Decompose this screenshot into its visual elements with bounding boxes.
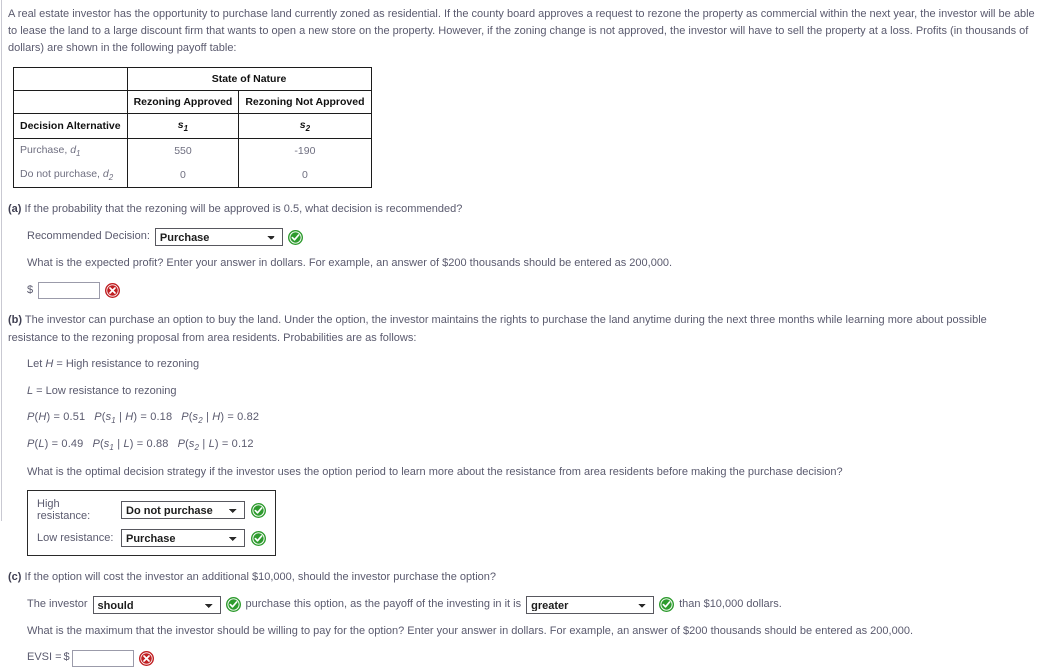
part-c-sentence-start: The investor <box>27 597 88 610</box>
evsi-input[interactable] <box>71 649 134 667</box>
table-cell-empty-2 <box>13 90 128 115</box>
part-b-prob-line-l: P(L) = 0.49 P(s1 | L) = 0.88 P(s2 | L) = 0… <box>27 437 254 452</box>
part-b-label: (b) <box>8 314 23 327</box>
p-h-value: 0.51 <box>63 410 86 423</box>
part-c-evsi-row: EVSI = $ <box>27 649 1035 667</box>
part-b-strategy-question: What is the optimal decision strategy if… <box>27 465 843 478</box>
part-c-sentence-end: than $10,000 dollars. <box>679 597 782 610</box>
evsi-dollar-sign: $ <box>63 651 70 664</box>
table-cell-d2-s2: 0 <box>238 163 372 189</box>
part-c-evsi-question: What is the maximum that the investor sh… <box>27 624 914 637</box>
part-c-label: (c) <box>8 571 22 584</box>
low-resistance-row: Low resistance: PurchaseDo not purchase <box>37 529 266 548</box>
table-cell-d1-s1: 550 <box>126 138 240 164</box>
table-row: Do not purchase, d2 0 0 <box>13 163 372 189</box>
low-resistance-label: Low resistance: <box>37 532 114 545</box>
p-l-value: 0.49 <box>61 437 84 450</box>
part-a-profit-question: What is the expected profit? Enter your … <box>27 257 673 270</box>
table-header-state-of-nature: State of Nature <box>126 67 372 92</box>
recommended-decision-label: Recommended Decision: <box>27 230 150 243</box>
part-a-question-line: (a) If the probability that the rezoning… <box>8 201 1035 219</box>
high-resistance-row: High resistance: PurchaseDo not purchase <box>37 498 266 522</box>
part-c-sentence-middle: purchase this option, as the payoff of t… <box>245 597 522 610</box>
dollar-sign-label: $ <box>27 283 34 296</box>
p-s1-l-value: 0.88 <box>146 437 169 450</box>
part-c-question-line: (c) If the option will cost the investor… <box>8 569 1035 587</box>
part-b-let-h: Let H = High resistance to rezoning <box>27 358 200 371</box>
correct-check-icon <box>225 597 241 613</box>
part-b: (b) The investor can purchase an option … <box>8 312 1035 557</box>
payoff-table: State of Nature Rezoning Approved Rezoni… <box>13 67 372 189</box>
part-a: (a) If the probability that the rezoning… <box>8 201 1035 299</box>
table-header-s1: s1 <box>126 113 240 140</box>
table-cell-label-d2: Do not purchase, d2 <box>13 163 128 189</box>
table-header-rezoning-approved: Rezoning Approved <box>126 90 240 115</box>
page-content: A real estate investor has the opportuni… <box>0 0 1043 667</box>
part-c: (c) If the option will cost the investor… <box>8 569 1035 667</box>
should-select[interactable]: shouldshould not <box>92 595 221 614</box>
correct-check-icon <box>659 597 675 613</box>
table-cell-empty <box>13 67 128 92</box>
table-header-decision-alternative: Decision Alternative <box>13 113 128 140</box>
part-c-sentence-row: The investor shouldshould not purchase t… <box>27 595 1035 614</box>
table-row-column-headers: Rezoning Approved Rezoning Not Approved <box>13 90 372 115</box>
part-a-question: If the probability that the rezoning wil… <box>24 203 463 216</box>
table-header-rezoning-not-approved: Rezoning Not Approved <box>238 90 372 115</box>
table-row: Purchase, d1 550 -190 <box>13 138 372 164</box>
part-b-intro-line: (b) The investor can purchase an option … <box>8 312 1035 347</box>
correct-check-icon <box>287 229 303 245</box>
part-b-prob-line-h: P(H) = 0.51 P(s1 | H) = 0.18 P(s2 | H) = 0… <box>27 410 260 425</box>
p-s2-l-value: 0.12 <box>231 437 254 450</box>
high-resistance-label: High resistance: <box>37 498 91 523</box>
p-s1-h-value: 0.18 <box>150 410 173 423</box>
part-a-decision-row: Recommended Decision: PurchaseDo not pur… <box>27 228 1035 247</box>
p-s2-h-value: 0.82 <box>237 410 260 423</box>
part-a-label: (a) <box>8 203 22 216</box>
part-c-question: If the option will cost the investor an … <box>24 571 496 584</box>
high-resistance-select[interactable]: PurchaseDo not purchase <box>121 501 245 520</box>
table-row-decision-alternative: Decision Alternative s1 s2 <box>13 113 372 140</box>
table-cell-d2-s1: 0 <box>126 163 240 189</box>
table-cell-label-d1: Purchase, d1 <box>13 138 128 164</box>
page-left-rule <box>1 0 2 521</box>
table-header-s2: s2 <box>238 113 372 140</box>
part-b-let-l: L = Low resistance to rezoning <box>27 384 177 397</box>
part-b-intro: The investor can purchase an option to b… <box>8 314 987 344</box>
incorrect-x-icon <box>105 282 121 298</box>
part-a-answer-row: $ <box>27 281 1035 300</box>
correct-check-icon <box>251 530 266 546</box>
incorrect-x-icon <box>138 650 154 666</box>
evsi-label: EVSI = <box>27 651 62 664</box>
low-resistance-select[interactable]: PurchaseDo not purchase <box>121 529 245 548</box>
table-cell-d1-s2: -190 <box>238 138 372 164</box>
comparison-select[interactable]: greaterless <box>526 595 655 614</box>
intro-paragraph: A real estate investor has the opportuni… <box>8 8 1035 55</box>
expected-profit-input[interactable] <box>38 281 101 299</box>
recommended-decision-select[interactable]: PurchaseDo not purchase <box>154 228 283 247</box>
correct-check-icon <box>251 502 266 518</box>
table-row-state-of-nature: State of Nature <box>13 67 372 92</box>
part-b-strategy-box: High resistance: PurchaseDo not purchase… <box>27 490 276 557</box>
